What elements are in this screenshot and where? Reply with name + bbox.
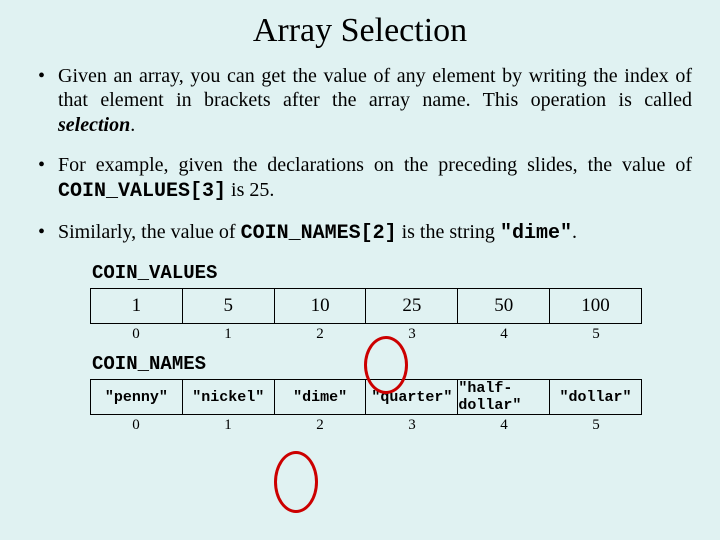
coin-names-indices: 0 1 2 3 4 5 [90,417,642,434]
coin-names-cell: "half-dollar" [457,379,549,415]
coin-values-indices: 0 1 2 3 4 5 [90,326,642,343]
index-cell: 3 [366,326,458,343]
index-cell: 5 [550,326,642,343]
coin-names-cell: "quarter" [365,379,457,415]
coin-names-cell: "penny" [90,379,182,415]
index-cell: 4 [458,326,550,343]
coin-values-label: COIN_VALUES [92,262,692,284]
index-cell: 0 [90,417,182,434]
slide: Array Selection Given an array, you can … [0,0,720,540]
bullet-3-post: . [572,221,577,243]
bullet-3-mid: is the string [397,221,500,243]
coin-names-cell: "nickel" [182,379,274,415]
index-cell: 2 [274,417,366,434]
coin-values-cell: 10 [274,288,366,324]
index-cell: 1 [182,326,274,343]
index-cell: 1 [182,417,274,434]
index-cell: 5 [550,417,642,434]
arrays-block: COIN_VALUES 1 5 10 25 50 100 0 1 2 3 4 5… [90,262,692,434]
page-title: Array Selection [28,12,692,50]
coin-names-cell: "dime" [274,379,366,415]
coin-values-cell: 50 [457,288,549,324]
coin-names-cell: "dollar" [549,379,642,415]
index-cell: 3 [366,417,458,434]
bullet-3-code: COIN_NAMES[2] [241,222,397,245]
bullet-1: Given an array, you can get the value of… [58,64,692,137]
bullet-3-str: "dime" [500,222,572,245]
coin-values-cell: 5 [182,288,274,324]
bullet-2-pre: For example, given the declarations on t… [58,154,692,176]
selection-term: selection [58,114,130,136]
coin-values-row: 1 5 10 25 50 100 [90,288,642,324]
index-cell: 0 [90,326,182,343]
coin-values-cell: 1 [90,288,182,324]
bullet-2-post: is 25. [226,179,274,201]
bullet-1-pre: Given an array, you can get the value of… [58,65,692,111]
bullet-1-post: . [130,114,135,136]
bullet-3-pre: Similarly, the value of [58,221,241,243]
coin-names-label: COIN_NAMES [92,353,692,375]
bullet-3: Similarly, the value of COIN_NAMES[2] is… [58,220,692,246]
bullet-2: For example, given the declarations on t… [58,153,692,204]
coin-names-row: "penny" "nickel" "dime" "quarter" "half-… [90,379,642,415]
coin-values-cell: 25 [365,288,457,324]
bullet-2-code: COIN_VALUES[3] [58,180,226,203]
index-cell: 4 [458,417,550,434]
coin-values-cell: 100 [549,288,642,324]
highlight-circle-icon [274,451,318,513]
index-cell: 2 [274,326,366,343]
bullet-list: Given an array, you can get the value of… [28,64,692,246]
